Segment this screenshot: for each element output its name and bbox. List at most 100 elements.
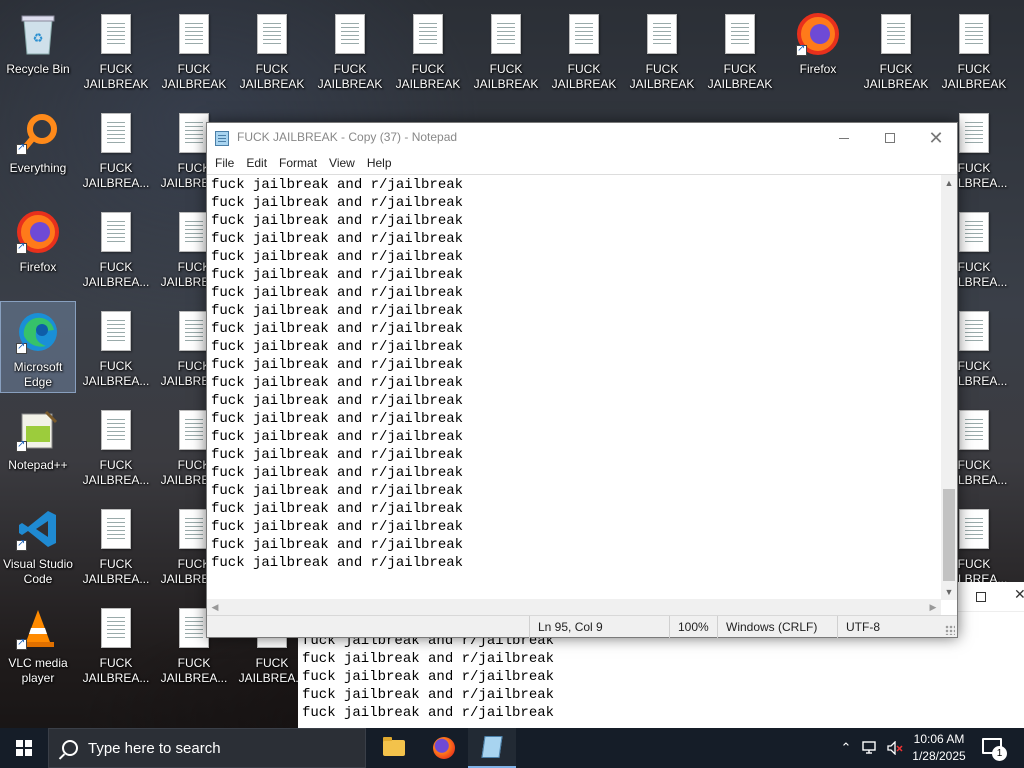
desktop-icon-firefox[interactable]: Firefox [0, 202, 76, 294]
svg-text:♻: ♻ [33, 31, 44, 45]
close-button[interactable]: ✕ [913, 123, 959, 153]
firefox-icon [794, 10, 842, 58]
desktop-icon-microsoft-edge[interactable]: Microsoft Edge [0, 301, 76, 393]
text-file-icon [638, 10, 686, 58]
shortcut-arrow-icon [16, 439, 27, 452]
desktop-icon-label: Everything [9, 161, 67, 175]
window-titlebar[interactable]: FUCK JAILBREAK - Copy (37) - Notepad ✕ [207, 123, 957, 153]
volume-muted-icon[interactable] [884, 728, 906, 768]
text-file-icon [92, 10, 140, 58]
notepad-window[interactable]: FUCK JAILBREAK - Copy (37) - Notepad ✕ F… [206, 122, 958, 638]
desktop-icon-text-file[interactable]: FUCK JAILBREAK [468, 4, 544, 96]
desktop-icon-text-file[interactable]: FUCK JAILBREA... [78, 598, 154, 690]
notepad-app-icon [215, 131, 229, 146]
scroll-up-icon[interactable]: ▲ [941, 175, 957, 191]
vlc-cone-icon [14, 604, 62, 652]
close-icon[interactable]: ✕ [1014, 586, 1024, 603]
shortcut-arrow-icon [16, 637, 27, 650]
desktop-icon-text-file[interactable]: FUCK JAILBREA... [78, 499, 154, 591]
desktop-icon-text-file[interactable]: FUCK JAILBREA... [78, 301, 154, 393]
text-file-icon [872, 10, 920, 58]
desktop-icon-label: FUCK JAILBREA... [82, 161, 150, 190]
desktop-icon-text-file[interactable]: FUCK JAILBREAK [78, 4, 154, 96]
menu-edit[interactable]: Edit [240, 153, 273, 173]
desktop-icon-recycle-bin[interactable]: ♻ Recycle Bin [0, 4, 76, 96]
desktop-icon-label: Notepad++ [8, 458, 68, 472]
desktop-icon-vlc[interactable]: VLC media player [0, 598, 76, 690]
maximize-button[interactable] [867, 123, 913, 153]
shortcut-arrow-icon [796, 43, 807, 56]
taskbar-notepad[interactable] [468, 728, 516, 768]
desktop-icon-label: FUCK JAILBREAK [473, 62, 539, 91]
menu-file[interactable]: File [209, 153, 240, 173]
text-file-icon [92, 208, 140, 256]
text-file-icon [92, 505, 140, 553]
taskbar-firefox[interactable] [420, 728, 468, 768]
shortcut-arrow-icon [16, 538, 27, 551]
desktop-icon-text-file[interactable]: FUCK JAILBREAK [390, 4, 466, 96]
desktop-icon-label: FUCK JAILBREA... [160, 656, 228, 685]
desktop-icon-label: FUCK JAILBREAK [161, 62, 227, 91]
close-icon: ✕ [928, 127, 944, 148]
scroll-down-icon[interactable]: ▼ [941, 584, 957, 600]
desktop-icon-text-file[interactable]: FUCK JAILBREAK [624, 4, 700, 96]
desktop-icon-label: FUCK JAILBREAK [317, 62, 383, 91]
text-file-icon [170, 10, 218, 58]
desktop-icon-text-file[interactable]: FUCK JAILBREAK [858, 4, 934, 96]
background-notepad-text[interactable]: fuck jailbreak and r/jailbreak fuck jail… [302, 632, 554, 722]
editor-area[interactable]: fuck jailbreak and r/jailbreak fuck jail… [207, 174, 957, 600]
desktop-icon-text-file[interactable]: FUCK JAILBREA... [78, 202, 154, 294]
chevron-up-icon[interactable]: ⌃ [836, 728, 856, 768]
desktop-icon-text-file[interactable]: FUCK JAILBREAK [234, 4, 310, 96]
text-content[interactable]: fuck jailbreak and r/jailbreak fuck jail… [211, 176, 939, 600]
horizontal-scrollbar[interactable]: ◀ ▶ [207, 599, 941, 615]
folder-icon [383, 737, 405, 756]
edge-icon [14, 308, 62, 356]
menu-view[interactable]: View [323, 153, 361, 173]
desktop-icon-label: FUCK JAILBREAK [941, 62, 1007, 91]
firefox-icon [14, 208, 62, 256]
desktop-icon-text-file[interactable]: FUCK JAILBREA... [78, 400, 154, 492]
desktop-icon-text-file[interactable]: FUCK JAILBREAK [312, 4, 388, 96]
text-file-icon [248, 10, 296, 58]
status-cursor-position: Ln 95, Col 9 [529, 616, 669, 638]
desktop-icon-label: Firefox [19, 260, 57, 274]
text-file-icon [326, 10, 374, 58]
maximize-icon [885, 133, 895, 143]
network-icon[interactable] [860, 728, 882, 768]
desktop-icon-label: FUCK JAILBREAK [863, 62, 929, 91]
desktop-icon-notepadpp[interactable]: Notepad++ [0, 400, 76, 492]
windows-logo-icon [16, 740, 32, 756]
vscode-icon [14, 505, 62, 553]
desktop-icon-label: Microsoft Edge [13, 360, 63, 389]
scroll-right-icon[interactable]: ▶ [925, 599, 941, 615]
desktop-icon-text-file[interactable]: FUCK JAILBREA... [78, 103, 154, 195]
scroll-left-icon[interactable]: ◀ [207, 599, 223, 615]
clock-time: 10:06 AM [913, 732, 965, 746]
menu-format[interactable]: Format [273, 153, 323, 173]
maximize-icon[interactable] [976, 592, 986, 602]
desktop-icon-firefox-top[interactable]: Firefox [780, 4, 856, 96]
start-button[interactable] [0, 728, 48, 768]
window-title: FUCK JAILBREAK - Copy (37) - Notepad [237, 130, 458, 144]
vertical-scrollbar[interactable]: ▲ ▼ [941, 175, 957, 600]
taskbar-file-explorer[interactable] [370, 728, 418, 768]
menu-bar: File Edit Format View Help [207, 153, 957, 173]
minimize-button[interactable] [821, 123, 867, 153]
shortcut-arrow-icon [16, 341, 27, 354]
notepadpp-icon [14, 406, 62, 454]
shortcut-arrow-icon [16, 142, 27, 155]
desktop-icon-text-file[interactable]: FUCK JAILBREAK [156, 4, 232, 96]
menu-help[interactable]: Help [361, 153, 398, 173]
desktop-icon-text-file[interactable]: FUCK JAILBREAK [546, 4, 622, 96]
minimize-icon [839, 137, 849, 139]
taskbar-clock[interactable]: 10:06 AM 1/28/2025 [906, 731, 972, 765]
resize-grip[interactable] [945, 625, 955, 635]
desktop-icon-text-file[interactable]: FUCK JAILBREAK [702, 4, 778, 96]
desktop-icon-text-file[interactable]: FUCK JAILBREAK [936, 4, 1012, 96]
desktop-icon-label: FUCK JAILBREAK [239, 62, 305, 91]
desktop-icon-vscode[interactable]: Visual Studio Code [0, 499, 76, 591]
scrollbar-thumb[interactable] [943, 489, 955, 581]
desktop-icon-everything[interactable]: Everything [0, 103, 76, 195]
taskbar-search-box[interactable]: Type here to search [48, 728, 366, 768]
